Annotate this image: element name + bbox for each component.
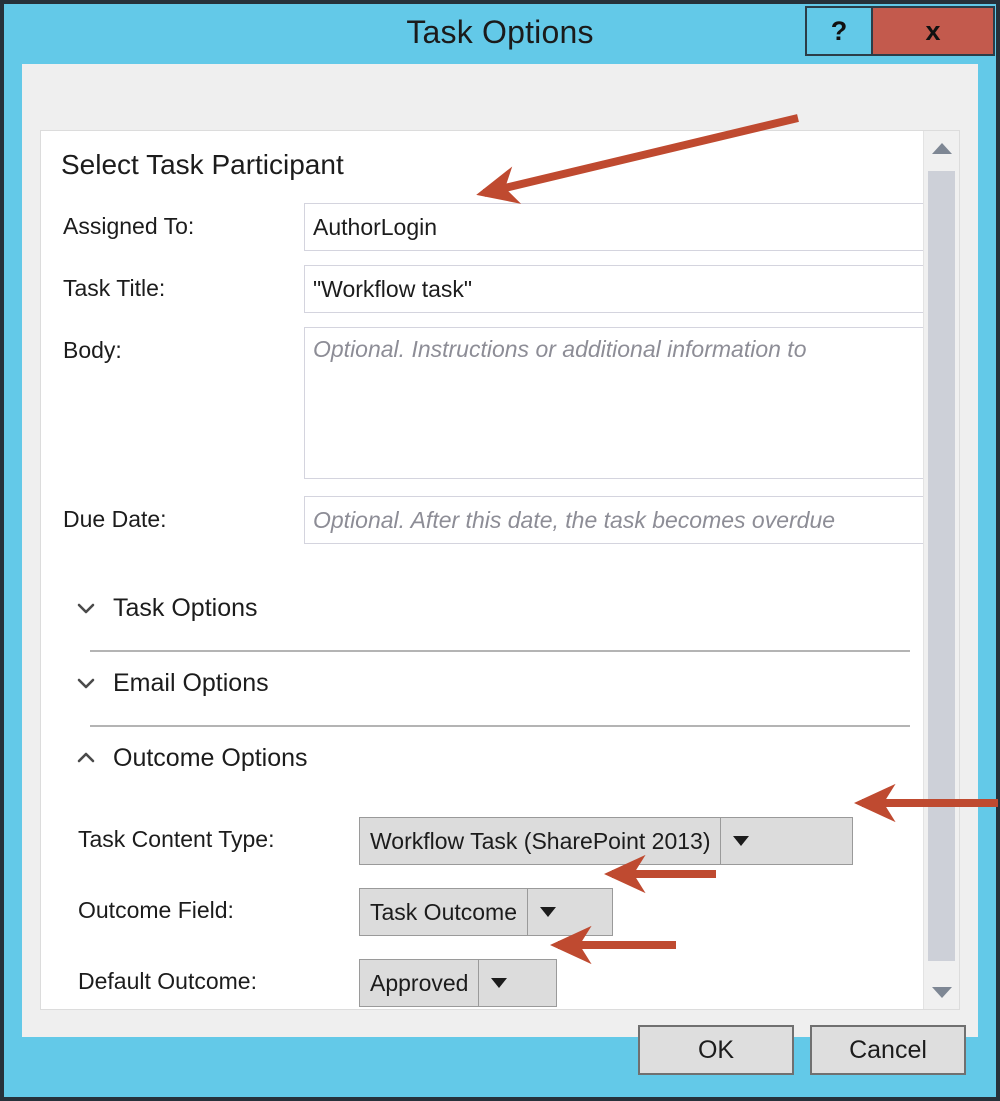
triangle-down-icon[interactable] — [924, 975, 959, 1009]
assigned-to-input[interactable]: AuthorLogin — [304, 203, 940, 251]
task-content-type-dropdown[interactable]: Workflow Task (SharePoint 2013) — [359, 817, 853, 865]
body-label: Body: — [63, 337, 122, 363]
default-outcome-value: Approved — [370, 969, 469, 996]
outcome-field-label: Outcome Field: — [78, 897, 234, 923]
page-title: Select Task Participant — [61, 149, 344, 180]
task-title-input[interactable]: "Workflow task" — [304, 265, 940, 313]
section-label-outcome-options: Outcome Options — [113, 743, 308, 772]
section-header-email-options[interactable]: Email Options — [73, 666, 269, 700]
due-date-input[interactable]: Optional. After this date, the task beco… — [304, 496, 940, 544]
title-bar: Task Options ? x — [4, 4, 996, 64]
section-header-task-options[interactable]: Task Options — [73, 591, 258, 625]
assigned-to-label: Assigned To: — [63, 213, 195, 239]
help-button[interactable]: ? — [805, 6, 873, 56]
chevron-down-icon — [73, 670, 99, 696]
due-date-label: Due Date: — [63, 506, 167, 532]
outcome-field-dropdown[interactable]: Task Outcome — [359, 888, 613, 936]
outcome-field-value: Task Outcome — [370, 898, 517, 925]
task-content-type-label: Task Content Type: — [78, 826, 275, 852]
triangle-up-icon[interactable] — [924, 131, 959, 165]
section-header-outcome-options[interactable]: Outcome Options — [73, 741, 308, 775]
section-divider-2 — [90, 725, 910, 727]
chevron-down-icon — [73, 595, 99, 621]
section-label-email-options: Email Options — [113, 668, 269, 697]
section-divider-1 — [90, 650, 910, 652]
default-outcome-dropdown[interactable]: Approved — [359, 959, 557, 1007]
scrollable-content-area: Select Task Participant Assigned To: Aut… — [40, 130, 960, 1010]
task-content-type-value: Workflow Task (SharePoint 2013) — [370, 827, 711, 854]
cancel-button[interactable]: Cancel — [810, 1025, 966, 1075]
vertical-scrollbar[interactable] — [923, 131, 959, 1009]
close-button[interactable]: x — [873, 6, 995, 56]
chevron-up-icon — [73, 745, 99, 771]
default-outcome-label: Default Outcome: — [78, 968, 257, 994]
chevron-down-icon[interactable] — [527, 889, 568, 935]
task-title-label: Task Title: — [63, 275, 166, 301]
dialog-body: Select Task Participant Assigned To: Aut… — [22, 64, 978, 1037]
section-label-task-options: Task Options — [113, 593, 258, 622]
task-options-window: Task Options ? x Select Task Participant… — [0, 0, 1000, 1101]
body-textarea[interactable]: Optional. Instructions or additional inf… — [304, 327, 940, 479]
ok-button[interactable]: OK — [638, 1025, 794, 1075]
scrollbar-thumb[interactable] — [928, 171, 955, 961]
chevron-down-icon[interactable] — [478, 960, 520, 1006]
chevron-down-icon[interactable] — [720, 818, 762, 864]
